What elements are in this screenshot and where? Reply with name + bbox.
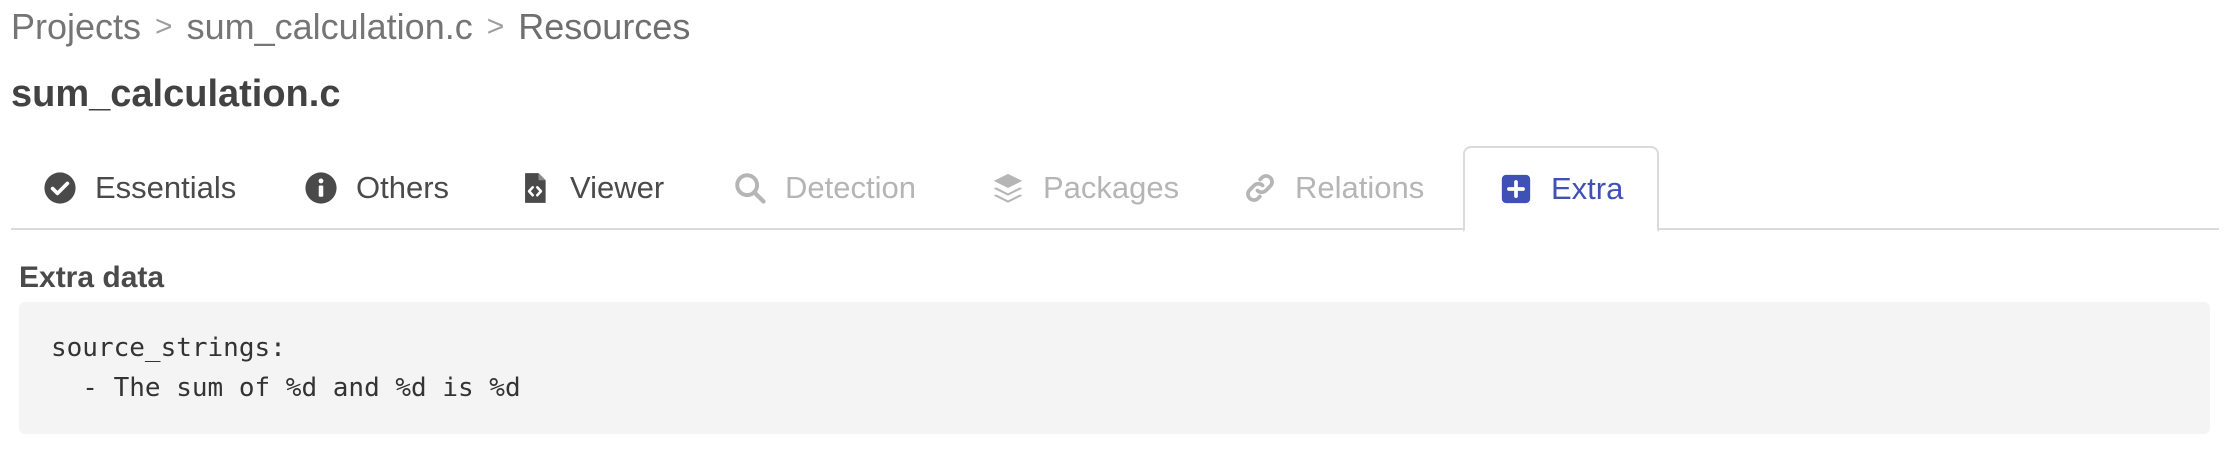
tab-viewer[interactable]: Viewer xyxy=(518,146,664,230)
check-circle-icon xyxy=(43,171,77,205)
tab-others[interactable]: Others xyxy=(304,146,449,230)
tab-label: Others xyxy=(356,170,450,205)
tab-packages: Packages xyxy=(991,146,1179,230)
layers-icon xyxy=(991,171,1025,205)
tab-label: Extra xyxy=(1551,171,1624,206)
breadcrumb-current: Resources xyxy=(518,6,691,47)
tab-label: Essentials xyxy=(95,170,237,205)
file-code-icon xyxy=(518,171,552,205)
breadcrumb-separator: > xyxy=(486,10,505,43)
tab-label: Viewer xyxy=(570,170,665,205)
tab-label: Packages xyxy=(1043,170,1180,205)
tab-essentials[interactable]: Essentials xyxy=(43,146,236,230)
tab-relations: Relations xyxy=(1243,146,1424,230)
tab-bar: Essentials Others Viewer Detection Packa… xyxy=(11,146,2219,232)
page-title: sum_calculation.c xyxy=(11,73,341,115)
breadcrumb: Projects > sum_calculation.c > Resources xyxy=(11,2,690,52)
link-icon xyxy=(1243,171,1277,205)
breadcrumb-separator: > xyxy=(155,10,173,43)
extra-data-content: source_strings: - The sum of %d and %d i… xyxy=(19,302,2210,434)
search-icon xyxy=(733,171,767,205)
tab-label: Relations xyxy=(1295,170,1425,205)
tab-label: Detection xyxy=(785,170,916,205)
info-circle-icon xyxy=(304,171,338,205)
extra-data-heading: Extra data xyxy=(19,261,165,294)
breadcrumb-file-link[interactable]: sum_calculation.c xyxy=(187,6,473,48)
breadcrumb-projects-link[interactable]: Projects xyxy=(11,6,141,48)
tab-detection: Detection xyxy=(733,146,916,230)
plus-square-icon xyxy=(1499,172,1533,206)
tab-extra[interactable]: Extra xyxy=(1463,146,1660,232)
